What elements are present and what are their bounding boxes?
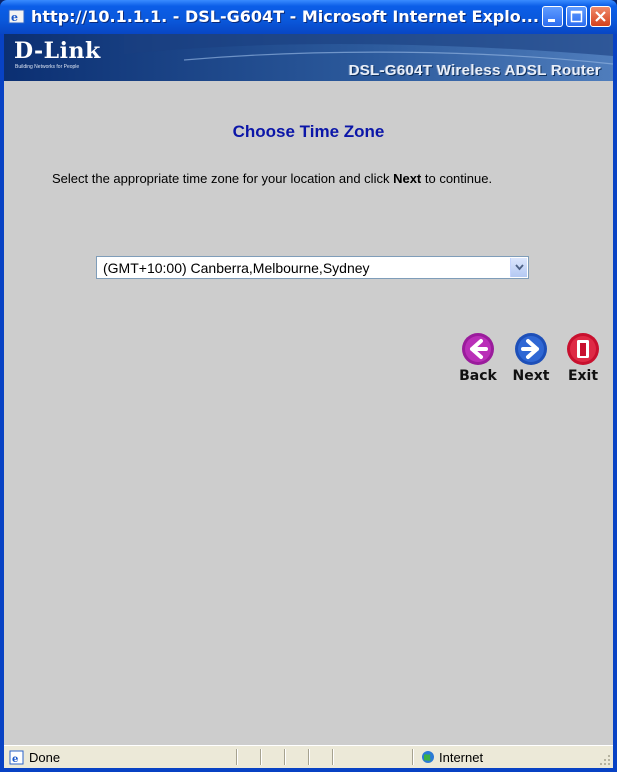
internet-explorer-icon: e bbox=[8, 9, 25, 24]
resize-grip-icon[interactable] bbox=[599, 754, 611, 766]
maximize-button[interactable] bbox=[566, 6, 587, 27]
instructions-part-1: Select the appropriate time zone for you… bbox=[52, 171, 394, 186]
status-divider bbox=[284, 749, 285, 765]
close-button[interactable] bbox=[590, 6, 611, 27]
status-bar: e Done Internet bbox=[4, 745, 613, 768]
close-icon bbox=[595, 11, 606, 22]
dropdown-button[interactable] bbox=[510, 258, 527, 277]
status-divider bbox=[332, 749, 333, 765]
svg-text:e: e bbox=[12, 754, 18, 765]
status-divider bbox=[412, 749, 413, 765]
page-title: Choose Time Zone bbox=[232, 122, 385, 141]
next-arrow-icon bbox=[515, 333, 547, 365]
minimize-button[interactable] bbox=[542, 6, 563, 27]
chevron-down-icon bbox=[515, 264, 524, 271]
instructions-text: Select the appropriate time zone for you… bbox=[52, 170, 572, 187]
minimize-icon bbox=[548, 19, 555, 22]
browser-window: e http://10.1.1.1. - DSL-G604T - Microso… bbox=[0, 0, 617, 772]
status-divider bbox=[308, 749, 309, 765]
exit-label: Exit bbox=[567, 368, 599, 384]
globe-icon bbox=[422, 751, 434, 763]
exit-door-icon bbox=[567, 333, 599, 365]
window-frame-right bbox=[613, 34, 617, 772]
dlink-banner: D-Link Building Networks for People DSL-… bbox=[4, 34, 613, 81]
logo-tagline: Building Networks for People bbox=[15, 64, 80, 70]
router-model: DSL-G604T Wireless ADSL Router bbox=[348, 62, 601, 79]
timezone-select[interactable]: (GMT+10:00) Canberra,Melbourne,Sydney bbox=[96, 256, 529, 279]
instructions-part-2: to continue. bbox=[421, 171, 493, 186]
instructions-next-keyword: Next bbox=[393, 171, 422, 186]
exit-button[interactable]: Exit bbox=[561, 332, 605, 384]
title-bar[interactable]: e http://10.1.1.1. - DSL-G604T - Microso… bbox=[0, 0, 617, 34]
next-button[interactable]: Next bbox=[509, 332, 553, 384]
back-button[interactable]: Back bbox=[456, 332, 500, 384]
back-label: Back bbox=[459, 368, 497, 384]
svg-text:e: e bbox=[11, 11, 18, 24]
security-zone-text: Internet bbox=[439, 750, 484, 765]
back-arrow-icon bbox=[462, 333, 494, 365]
status-divider bbox=[260, 749, 261, 765]
window-title: http://10.1.1.1. - DSL-G604T - Microsoft… bbox=[31, 7, 539, 26]
status-text: Done bbox=[29, 750, 61, 765]
dlink-logo: D-Link bbox=[14, 38, 101, 64]
page-done-icon: e bbox=[9, 750, 24, 765]
status-divider bbox=[236, 749, 237, 765]
timezone-selected-value: (GMT+10:00) Canberra,Melbourne,Sydney bbox=[103, 260, 370, 276]
next-label: Next bbox=[512, 368, 550, 384]
maximize-icon bbox=[570, 10, 583, 23]
window-frame-bottom bbox=[0, 768, 617, 772]
page-content: D-Link Building Networks for People DSL-… bbox=[4, 34, 613, 745]
